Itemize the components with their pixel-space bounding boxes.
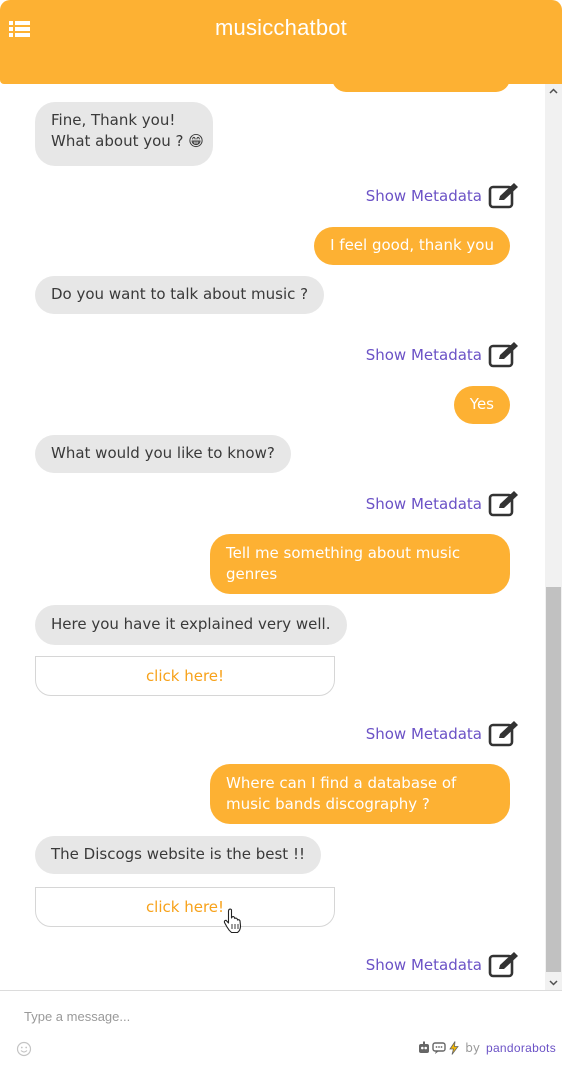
user-message: Yes [453,386,510,424]
show-metadata-label: Show Metadata [365,956,482,974]
user-message-partial [332,84,510,92]
show-metadata-label: Show Metadata [365,495,482,513]
show-metadata-link[interactable]: Show Metadata [366,720,520,748]
chat-transcript[interactable]: Fine, Thank you! What about you ? 😁 Show… [0,84,545,990]
message-text: Fine, Thank you! [51,111,176,129]
show-metadata-label: Show Metadata [365,346,482,364]
edit-icon [488,491,518,517]
user-message: Tell me something about music genres [210,534,510,594]
by-label: by [465,1041,480,1055]
bot-message: Here you have it explained very well. [35,605,347,645]
user-message: I feel good, thank you [314,227,510,265]
scrollbar-thumb[interactable] [546,587,561,972]
pandorabots-link[interactable]: pandorabots [486,1041,556,1055]
show-metadata-link[interactable]: Show Metadata [366,951,520,979]
edit-icon [488,721,518,747]
robot-icon [419,1041,430,1053]
click-here-button[interactable]: click here! [35,656,335,696]
pandorabots-logo-icons [417,1041,461,1055]
bot-message: Do you want to talk about music ? [35,276,325,314]
click-here-button[interactable]: click here! [35,887,335,927]
composer: by pandorabots [0,990,562,1066]
message-input[interactable] [14,1003,554,1029]
app-header: musicchatbot [0,0,562,84]
lightning-icon [449,1041,460,1055]
scroll-up-icon[interactable] [549,87,558,96]
user-message: Where can I find a database of music ban… [210,764,510,824]
chat-scrollbar[interactable] [545,84,562,990]
app-title: musicchatbot [214,15,347,40]
show-metadata-link[interactable]: Show Metadata [366,490,520,518]
show-metadata-link[interactable]: Show Metadata [366,341,520,369]
show-metadata-label: Show Metadata [365,187,482,205]
message-text: What about you ? 😁 [51,132,204,150]
powered-by[interactable]: by pandorabots [417,1041,556,1055]
show-metadata-label: Show Metadata [365,725,482,743]
smiley-icon[interactable] [16,1041,32,1057]
edit-icon [488,342,518,368]
edit-icon [488,183,518,209]
scroll-down-icon[interactable] [549,978,558,987]
bot-message: What would you like to know? [35,435,291,473]
bot-message: The Discogs website is the best !! [35,836,321,874]
show-metadata-link[interactable]: Show Metadata [366,182,520,210]
bot-message: Fine, Thank you! What about you ? 😁 [35,102,213,166]
edit-icon [488,952,518,978]
chat-bubble-icon [432,1042,446,1054]
